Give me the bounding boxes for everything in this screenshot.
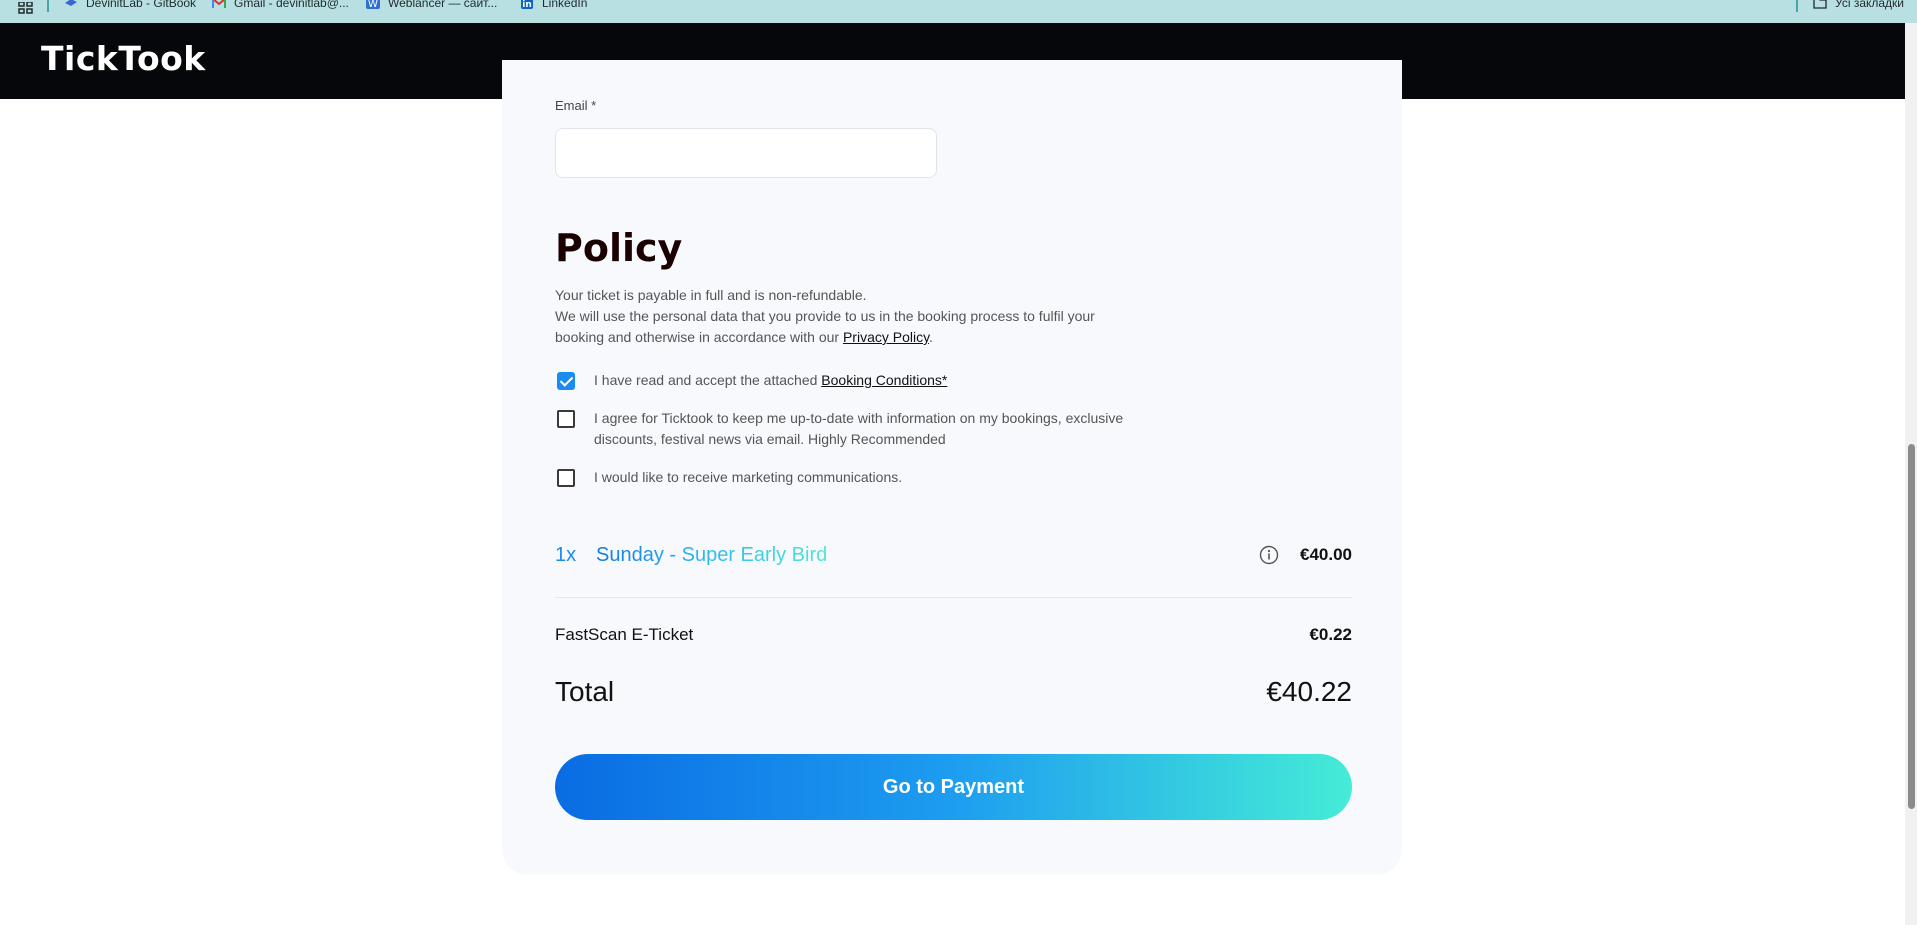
info-icon[interactable]	[1259, 545, 1279, 565]
bookmark-weblancer[interactable]: W Weblancer — сайт...	[366, 0, 497, 10]
email-field[interactable]	[555, 128, 937, 178]
bookmark-gmail[interactable]: Gmail - devinitlab@...	[212, 0, 349, 10]
marketing-text: I would like to receive marketing commun…	[594, 469, 903, 485]
ticket-name: Sunday - Super Early Bird	[596, 544, 828, 566]
apps-grid-icon[interactable]	[18, 2, 34, 14]
scrollbar-thumb[interactable]	[1908, 444, 1915, 809]
folder-icon	[1813, 0, 1827, 9]
svg-text:in: in	[522, 0, 532, 9]
bookmark-label: LinkedIn	[542, 0, 588, 10]
booking-conditions-text: I have read and accept the attached Book…	[594, 370, 1154, 391]
bookmark-gitbook[interactable]: DevinitLab - GitBook	[64, 0, 196, 10]
newsletter-checkbox[interactable]	[557, 410, 575, 428]
all-bookmarks-label: Усі закладки	[1835, 0, 1905, 10]
policy-text: Your ticket is payable in full and is no…	[555, 285, 1115, 348]
marketing-checkbox[interactable]	[557, 469, 575, 487]
email-label: Email *	[555, 98, 597, 113]
svg-text:W: W	[368, 0, 378, 9]
booking-conditions-label: I have read and accept the attached	[594, 372, 822, 388]
bookmark-label: DevinitLab - GitBook	[86, 0, 197, 10]
bookmark-label: Weblancer — сайт...	[388, 0, 498, 10]
bookmarks-separator	[1796, 0, 1798, 12]
weblancer-icon: W	[366, 0, 380, 10]
ticket-quantity: 1x	[555, 544, 577, 566]
bookmarks-separator	[47, 0, 49, 12]
order-divider	[555, 597, 1352, 598]
all-bookmarks-button[interactable]: Усі закладки	[1813, 0, 1904, 10]
bookmark-label: Gmail - devinitlab@...	[234, 0, 349, 10]
page-scrollbar[interactable]	[1905, 23, 1917, 925]
policy-line-1: Your ticket is payable in full and is no…	[555, 287, 867, 303]
policy-line-2-end: .	[929, 329, 933, 345]
bookmarks-bar: DevinitLab - GitBook Gmail - devinitlab@…	[0, 0, 1917, 23]
go-to-payment-button[interactable]: Go to Payment	[555, 754, 1352, 820]
bookmark-linkedin[interactable]: in LinkedIn	[520, 0, 587, 10]
linkedin-icon: in	[520, 0, 534, 10]
booking-conditions-checkbox[interactable]	[557, 372, 575, 390]
ticket-price: €40.00	[1300, 545, 1352, 564]
ticktook-logo[interactable]: TickTook	[41, 39, 206, 78]
policy-title: Policy	[555, 226, 683, 270]
ticket-line-item: 1x Sunday - Super Early Bird €40.00	[555, 541, 1352, 569]
fee-value: €0.22	[1309, 625, 1352, 644]
privacy-policy-link[interactable]: Privacy Policy	[843, 329, 929, 345]
policy-line-2: We will use the personal data that you p…	[555, 308, 1095, 345]
booking-conditions-link[interactable]: Booking Conditions*	[821, 372, 947, 388]
gitbook-icon	[64, 0, 78, 9]
total-value: €40.22	[1266, 676, 1352, 707]
newsletter-text: I agree for Ticktook to keep me up-to-da…	[594, 410, 1124, 447]
gmail-icon	[212, 0, 226, 9]
